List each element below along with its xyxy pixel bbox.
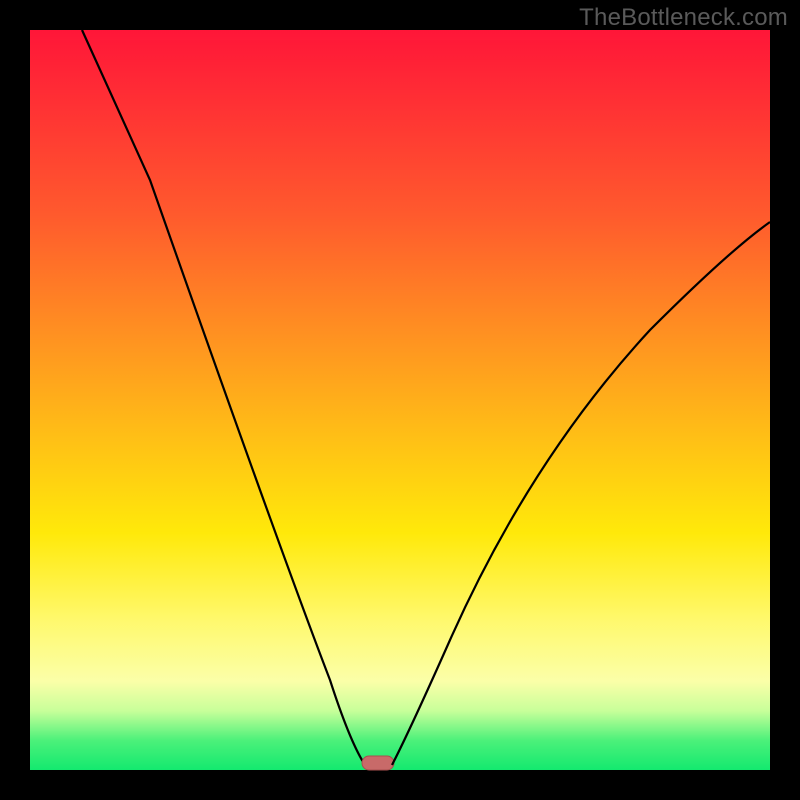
plot-area: [30, 30, 770, 770]
chart-frame: TheBottleneck.com: [0, 0, 800, 800]
min-marker-pill: [362, 756, 394, 770]
watermark-text: TheBottleneck.com: [579, 4, 788, 32]
chart-svg: [30, 30, 770, 770]
curve-left-branch: [82, 30, 365, 765]
curve-right-branch: [392, 222, 770, 765]
